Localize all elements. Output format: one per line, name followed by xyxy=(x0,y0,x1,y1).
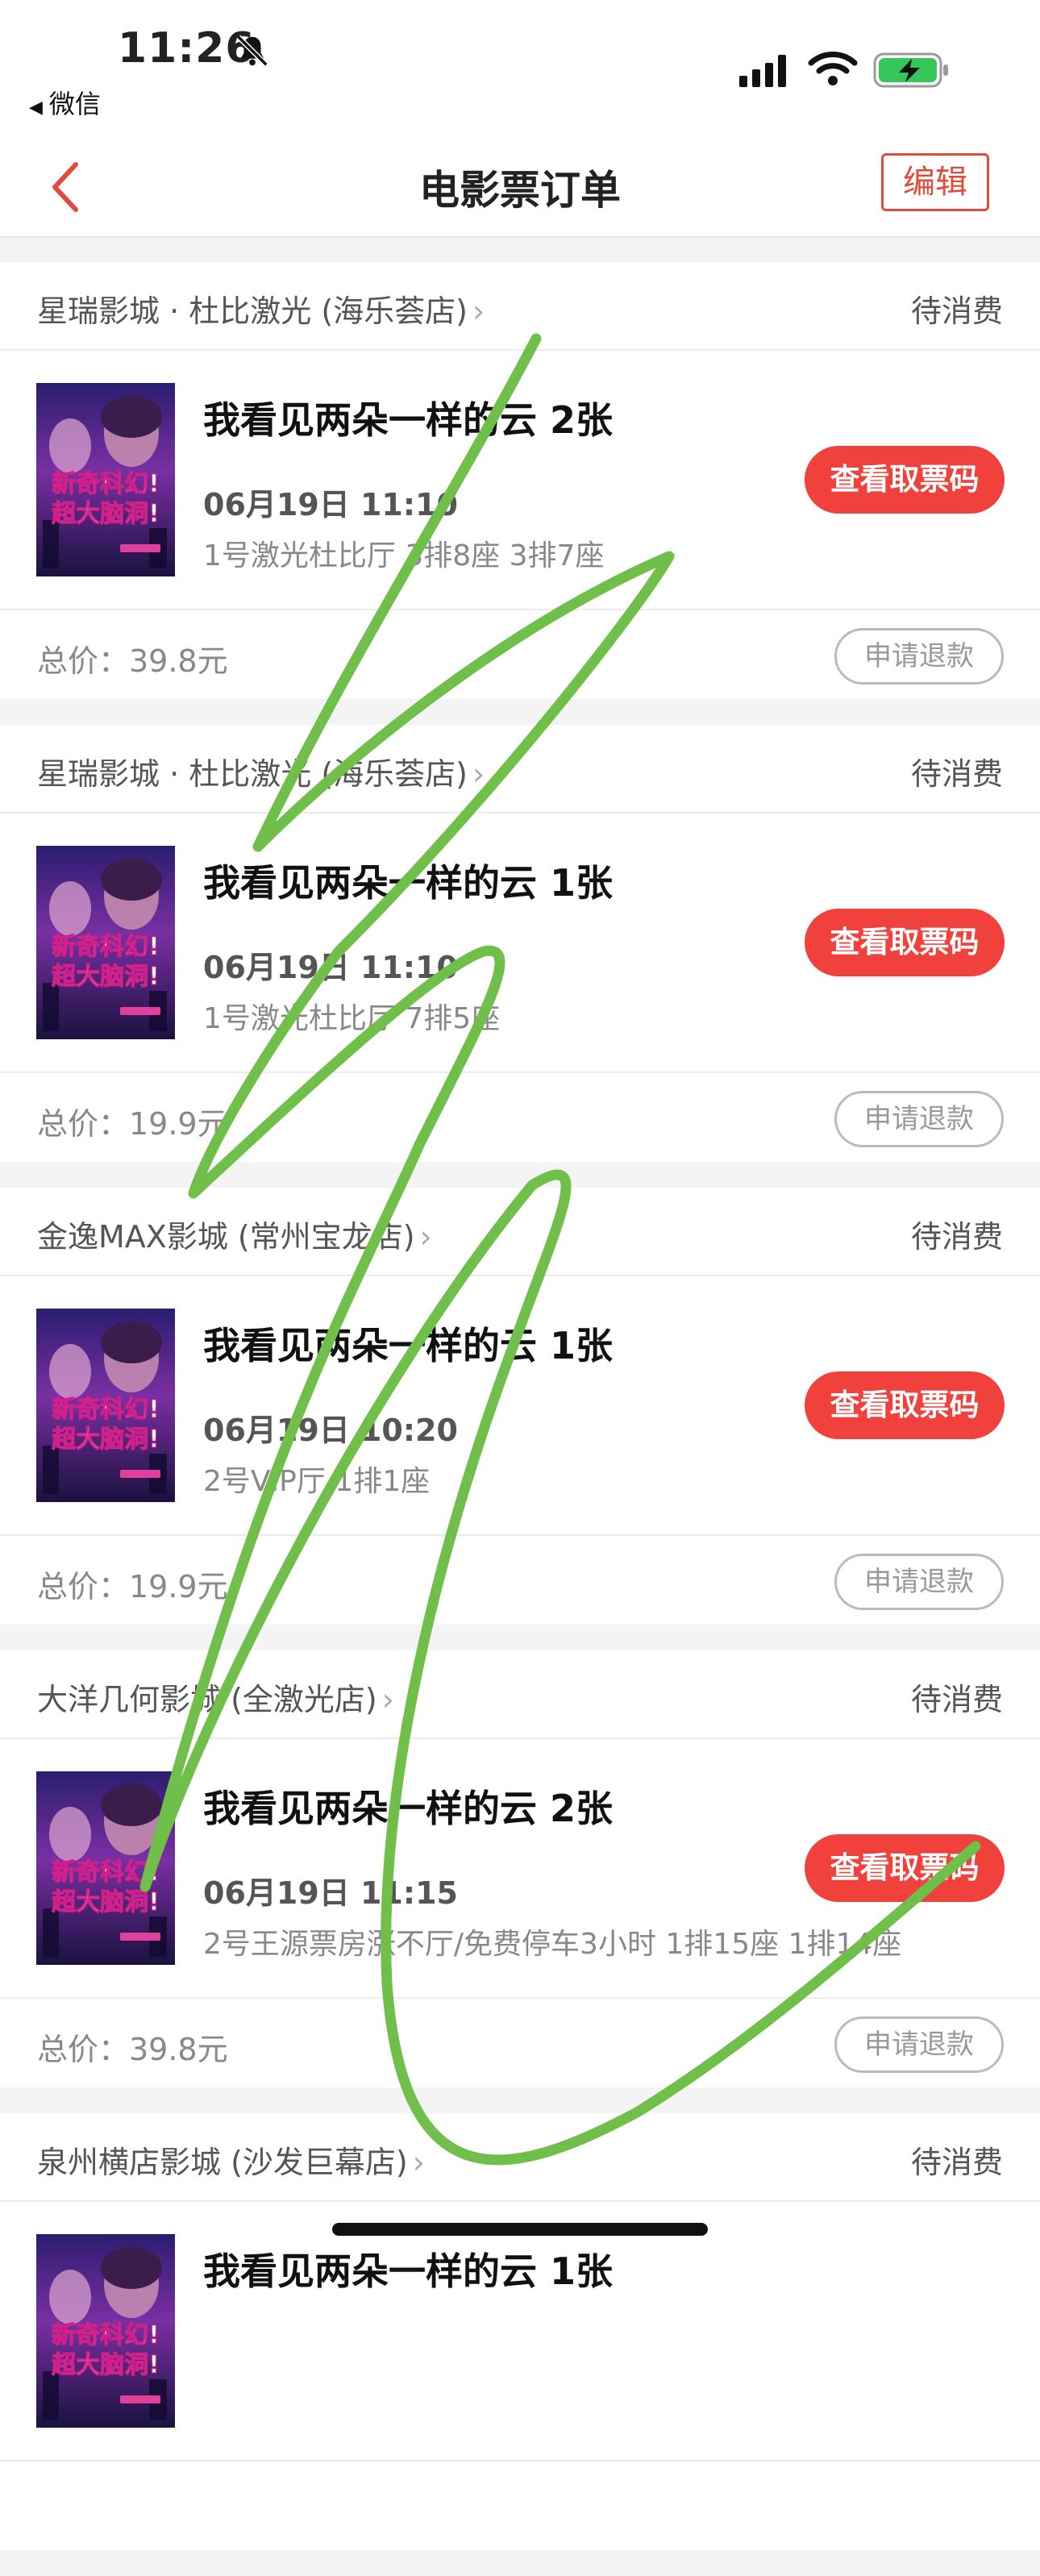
poster-text-line2: 超大脑洞! xyxy=(52,1888,160,1916)
seat-info: 1号激光杜比厅 7排5座 xyxy=(203,1002,501,1035)
chevron-right-icon: › xyxy=(472,756,485,792)
cinema-name: 星瑞影城 · 杜比激光 (海乐荟店) xyxy=(37,293,468,329)
movie-poster[interactable]: 新奇科幻! 超大脑洞! xyxy=(36,2234,175,2428)
order-card-footer: 总价：39.8元 申请退款 xyxy=(0,1997,1040,2087)
refund-button[interactable]: 申请退款 xyxy=(834,628,1004,685)
order-card-footer: 总价：19.9元 申请退款 xyxy=(0,1072,1040,1162)
movie-title: 我看见两朵一样的云 1张 xyxy=(203,2249,614,2293)
poster-text-line2: 超大脑洞! xyxy=(52,2351,160,2379)
order-card-header: 泉州横店影城 (沙发巨幕店) › 待消费 xyxy=(0,2113,1040,2202)
poster-text-line2: 超大脑洞! xyxy=(52,500,160,528)
order-card: 大洋几何影城 (全激光店) › 待消费 新奇科幻! 超大脑洞! 我看见两朵一样的… xyxy=(0,1650,1040,2087)
total-price: 总价：19.9元 xyxy=(37,1569,228,1604)
movie-poster[interactable]: 新奇科幻! 超大脑洞! xyxy=(36,1309,175,1502)
poster-text-line1: 新奇科幻! xyxy=(52,933,160,961)
total-price: 总价：39.8元 xyxy=(37,2032,228,2067)
poster-text-line2: 超大脑洞! xyxy=(52,1425,160,1454)
order-status: 待消费 xyxy=(910,1219,1003,1255)
back-to-app-link[interactable]: ◀ 微信 xyxy=(29,84,101,121)
movie-title: 我看见两朵一样的云 1张 xyxy=(203,861,614,905)
order-card-header: 星瑞影城 · 杜比激光 (海乐荟店) › 待消费 xyxy=(0,725,1040,814)
order-status: 待消费 xyxy=(910,1682,1003,1717)
movie-poster[interactable]: 新奇科幻! 超大脑洞! xyxy=(36,383,175,576)
poster-text-line1: 新奇科幻! xyxy=(52,470,160,498)
show-time: 06月19日 11:15 xyxy=(203,1875,458,1911)
refund-button[interactable]: 申请退款 xyxy=(834,2016,1004,2073)
order-card: 金逸MAX影城 (常州宝龙店) › 待消费 新奇科幻! 超大脑洞! 我看见两朵一… xyxy=(0,1188,1040,1625)
order-card-header: 星瑞影城 · 杜比激光 (海乐荟店) › 待消费 xyxy=(0,262,1040,351)
view-ticket-code-button[interactable]: 查看取票码 xyxy=(805,1371,1005,1439)
back-app-label: 微信 xyxy=(48,89,101,119)
poster-text-line2: 超大脑洞! xyxy=(52,963,160,991)
order-card-footer: 总价：19.9元 申请退款 xyxy=(0,1534,1040,1625)
order-card: 星瑞影城 · 杜比激光 (海乐荟店) › 待消费 新奇科幻! 超大脑洞! 我看见… xyxy=(0,725,1040,1162)
edit-button[interactable]: 编辑 xyxy=(881,153,989,211)
show-time: 06月19日 10:20 xyxy=(203,1413,458,1448)
cinema-link[interactable]: 星瑞影城 · 杜比激光 (海乐荟店) › xyxy=(37,286,485,331)
order-status: 待消费 xyxy=(910,756,1003,792)
chevron-right-icon: › xyxy=(419,1219,432,1255)
home-indicator[interactable] xyxy=(332,2223,708,2236)
order-card-header: 大洋几何影城 (全激光店) › 待消费 xyxy=(0,1650,1040,1739)
total-price: 总价：19.9元 xyxy=(37,1106,228,1142)
order-card: 星瑞影城 · 杜比激光 (海乐荟店) › 待消费 新奇科幻! 超大脑洞! 我看见… xyxy=(0,262,1040,699)
order-card-footer xyxy=(0,2460,1040,2550)
seat-info: 2号VIP厅 1排1座 xyxy=(203,1465,431,1498)
bell-slash-icon xyxy=(236,35,268,67)
seat-info: 2号王源票房涨不厅/免费停车3小时 1排15座 1排14座 xyxy=(203,1928,902,1961)
cinema-name: 大洋几何影城 (全激光店) xyxy=(37,1682,377,1717)
seat-info: 1号激光杜比厅 3排8座 3排7座 xyxy=(203,539,605,572)
wifi-icon xyxy=(808,52,858,85)
view-ticket-code-button[interactable]: 查看取票码 xyxy=(805,1834,1005,1902)
order-status: 待消费 xyxy=(910,2145,1003,2180)
chevron-left-icon[interactable] xyxy=(44,155,92,219)
poster-text-line1: 新奇科幻! xyxy=(52,1396,160,1424)
show-time: 06月19日 11:10 xyxy=(203,950,458,985)
battery-charging-icon xyxy=(873,52,948,88)
cinema-link[interactable]: 大洋几何影城 (全激光店) › xyxy=(37,1675,394,1719)
poster-text-line1: 新奇科幻! xyxy=(52,2321,160,2349)
movie-poster[interactable]: 新奇科幻! 超大脑洞! xyxy=(36,846,175,1039)
order-card-header: 金逸MAX影城 (常州宝龙店) › 待消费 xyxy=(0,1188,1040,1276)
signal-icon xyxy=(739,55,786,87)
order-card-footer: 总价：39.8元 申请退款 xyxy=(0,609,1040,699)
total-price: 总价：39.8元 xyxy=(37,643,228,679)
movie-title: 我看见两朵一样的云 2张 xyxy=(203,1787,614,1830)
status-bar: 11:26 ◀ 微信 xyxy=(0,0,1040,137)
cinema-name: 金逸MAX影城 (常州宝龙店) xyxy=(37,1219,415,1255)
movie-title: 我看见两朵一样的云 2张 xyxy=(203,398,614,442)
show-time: 06月19日 11:10 xyxy=(203,487,458,522)
poster-text-line1: 新奇科幻! xyxy=(52,1858,160,1887)
chevron-right-icon: › xyxy=(412,2145,425,2180)
order-status: 待消费 xyxy=(910,293,1003,329)
refund-button[interactable]: 申请退款 xyxy=(834,1554,1004,1610)
movie-title: 我看见两朵一样的云 1张 xyxy=(203,1324,614,1367)
cinema-link[interactable]: 金逸MAX影城 (常州宝龙店) › xyxy=(37,1212,432,1256)
refund-button[interactable]: 申请退款 xyxy=(834,1091,1004,1147)
chevron-right-icon: › xyxy=(472,293,485,329)
order-card: 泉州横店影城 (沙发巨幕店) › 待消费 新奇科幻! 超大脑洞! 我看见两朵一样… xyxy=(0,2113,1040,2550)
movie-poster[interactable]: 新奇科幻! 超大脑洞! xyxy=(36,1771,175,1965)
view-ticket-code-button[interactable]: 查看取票码 xyxy=(805,909,1005,976)
cinema-link[interactable]: 泉州横店影城 (沙发巨幕店) › xyxy=(37,2137,425,2182)
view-ticket-code-button[interactable]: 查看取票码 xyxy=(805,446,1005,514)
cinema-name: 星瑞影城 · 杜比激光 (海乐荟店) xyxy=(37,756,468,792)
cinema-link[interactable]: 星瑞影城 · 杜比激光 (海乐荟店) › xyxy=(37,749,485,793)
chevron-right-icon: › xyxy=(381,1682,394,1717)
navigation-bar: 电影票订单 编辑 xyxy=(0,137,1040,238)
cinema-name: 泉州横店影城 (沙发巨幕店) xyxy=(37,2145,408,2180)
